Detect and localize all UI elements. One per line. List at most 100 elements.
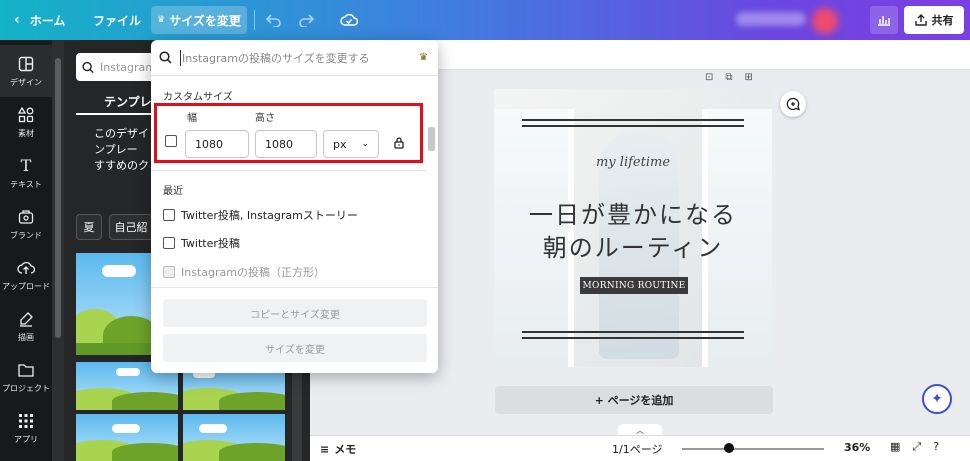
rail-item-draw[interactable]: 描画 bbox=[0, 300, 52, 352]
recent-item[interactable]: Twitter投稿 bbox=[163, 235, 240, 251]
rail-label: プロジェクト bbox=[2, 383, 50, 393]
rail-label: ブランド bbox=[10, 230, 42, 240]
copy-and-resize-button[interactable]: コピーとサイズ変更 bbox=[163, 299, 427, 327]
rail-item-design[interactable]: デザイン bbox=[0, 45, 52, 97]
title-line-1[interactable]: 一日が豊かになる bbox=[494, 195, 772, 230]
resize-search-placeholder: Instagramの投稿のサイズを変更する bbox=[180, 49, 370, 66]
divider bbox=[254, 10, 255, 30]
design-page[interactable]: my lifetime 一日が豊かになる 朝のルーティン MORNING ROU… bbox=[494, 89, 772, 367]
zoom-slider-knob[interactable] bbox=[724, 443, 734, 453]
morning-routine-badge[interactable]: MORNING ROUTINE bbox=[580, 277, 688, 294]
recent-item-label: Twitter投稿 bbox=[181, 237, 240, 250]
insights-button[interactable] bbox=[870, 6, 898, 34]
zoom-level[interactable]: 36% bbox=[844, 441, 870, 454]
tab-underline bbox=[76, 113, 152, 115]
undo-icon bbox=[266, 14, 281, 27]
notes-button[interactable]: ≡ メモ bbox=[320, 441, 356, 457]
recent-heading: 最近 bbox=[163, 186, 183, 197]
layout-icon bbox=[17, 55, 35, 73]
resize-search-input[interactable]: Instagramの投稿のサイズを変更する bbox=[151, 40, 438, 76]
dropdown-scrollbar-thumb[interactable] bbox=[428, 127, 435, 151]
dropdown-footer: コピーとサイズ変更 サイズを変更 bbox=[151, 287, 438, 373]
rail-item-text[interactable]: T テキスト bbox=[0, 147, 52, 199]
sparkle-icon: ✦ bbox=[931, 391, 943, 407]
panel-search-placeholder: Instagram bbox=[100, 60, 156, 74]
rail-item-apps[interactable]: アプリ bbox=[0, 402, 52, 454]
share-label: 共有 bbox=[931, 14, 954, 27]
recent-item-checkbox[interactable] bbox=[163, 209, 175, 221]
magic-assistant-button[interactable]: ✦ bbox=[922, 384, 952, 414]
help-icon[interactable]: ? bbox=[933, 440, 939, 454]
upload-share-icon bbox=[914, 14, 927, 26]
lock-page-icon[interactable]: ⊡ bbox=[705, 72, 713, 83]
view-controls: ▦ ⤢ ? bbox=[890, 440, 939, 454]
comment-plus-icon bbox=[786, 97, 800, 111]
custom-size-highlight bbox=[154, 103, 423, 163]
recent-item: Instagramの投稿（正方形） bbox=[163, 264, 325, 280]
search-icon bbox=[159, 51, 172, 64]
folder-icon bbox=[17, 361, 35, 379]
template-thumbnail[interactable] bbox=[76, 414, 178, 461]
rail-item-uploads[interactable]: アップロード bbox=[0, 249, 52, 301]
rule-line bbox=[522, 125, 744, 127]
home-button[interactable]: ‹ ホーム bbox=[14, 0, 65, 40]
text-icon: T bbox=[20, 156, 32, 175]
filter-chip[interactable]: 夏 bbox=[76, 214, 102, 240]
grid-view-icon[interactable]: ▦ bbox=[890, 440, 900, 454]
draw-icon bbox=[17, 310, 35, 328]
add-page-icon[interactable]: ⊞ bbox=[745, 72, 753, 83]
cloud-check-icon bbox=[340, 13, 358, 26]
resize-label: サイズを変更 bbox=[169, 13, 241, 28]
top-bar: ‹ ホーム ファイル ♛ サイズを変更 共有 bbox=[0, 0, 970, 40]
redo-button[interactable] bbox=[298, 0, 314, 40]
recent-item-checkbox[interactable] bbox=[163, 237, 175, 249]
rail-item-elements[interactable]: 素材 bbox=[0, 96, 52, 148]
panel-description: このデザイ ンプレー すすめのク bbox=[94, 126, 154, 174]
rail-label: アプリ bbox=[14, 434, 38, 444]
duplicate-page-icon[interactable]: ⧉ bbox=[725, 72, 732, 83]
search-icon bbox=[82, 61, 94, 73]
desc-line: このデザイ bbox=[94, 127, 149, 140]
template-thumbnail[interactable] bbox=[183, 414, 285, 461]
redo-icon bbox=[299, 14, 314, 27]
undo-button[interactable] bbox=[266, 0, 282, 40]
rule-line bbox=[522, 119, 744, 121]
rail-label: アップロード bbox=[2, 281, 50, 291]
zoom-slider[interactable] bbox=[682, 448, 824, 450]
title-line-2[interactable]: 朝のルーティン bbox=[494, 228, 772, 263]
panel-scrollbar-thumb[interactable] bbox=[55, 58, 61, 338]
subtitle-text[interactable]: my lifetime bbox=[494, 155, 772, 170]
divider bbox=[151, 170, 427, 171]
rail-item-projects[interactable]: プロジェクト bbox=[0, 351, 52, 403]
thumbnail-scrollbar[interactable] bbox=[292, 372, 302, 461]
desc-line: ンプレー bbox=[94, 143, 138, 156]
brand-icon bbox=[17, 208, 35, 226]
filter-chip[interactable]: 自己紹 bbox=[109, 214, 153, 240]
share-button[interactable]: 共有 bbox=[904, 6, 964, 34]
file-menu[interactable]: ファイル bbox=[93, 0, 141, 40]
cloud-save-button[interactable] bbox=[340, 0, 358, 40]
rail-label: デザイン bbox=[10, 77, 42, 87]
file-label: ファイル bbox=[93, 13, 142, 28]
user-name-blurred bbox=[736, 12, 806, 26]
rail-label: 素材 bbox=[18, 128, 34, 138]
panel-search-input[interactable]: Instagram bbox=[76, 53, 156, 81]
bottom-bar: ≡ メモ 1/1ページ 36% ▦ ⤢ ? bbox=[310, 435, 970, 461]
fullscreen-icon[interactable]: ⤢ bbox=[912, 440, 921, 454]
avatar[interactable] bbox=[812, 8, 838, 34]
chevron-left-icon: ‹ bbox=[14, 12, 20, 28]
resize-submit-button[interactable]: サイズを変更 bbox=[163, 334, 427, 362]
rail-item-brand[interactable]: ブランド bbox=[0, 198, 52, 250]
recent-item[interactable]: Twitter投稿, Instagramストーリー bbox=[163, 207, 358, 223]
add-comment-button[interactable] bbox=[780, 91, 806, 117]
resize-dropdown: Instagramの投稿のサイズを変更する ♛ カスタムサイズ 幅 高さ 108… bbox=[151, 40, 438, 373]
recent-item-checkbox bbox=[163, 266, 175, 278]
rule-line bbox=[522, 337, 744, 339]
resize-button[interactable]: ♛ サイズを変更 bbox=[151, 6, 247, 34]
notes-label: メモ bbox=[334, 443, 357, 456]
template-thumbnail[interactable] bbox=[76, 253, 152, 355]
add-page-button[interactable]: + ページを追加 bbox=[495, 386, 773, 414]
recent-item-label: Instagramの投稿（正方形） bbox=[181, 266, 325, 279]
desc-line: すすめのク bbox=[94, 159, 149, 172]
page-indicator[interactable]: 1/1ページ bbox=[612, 441, 662, 457]
